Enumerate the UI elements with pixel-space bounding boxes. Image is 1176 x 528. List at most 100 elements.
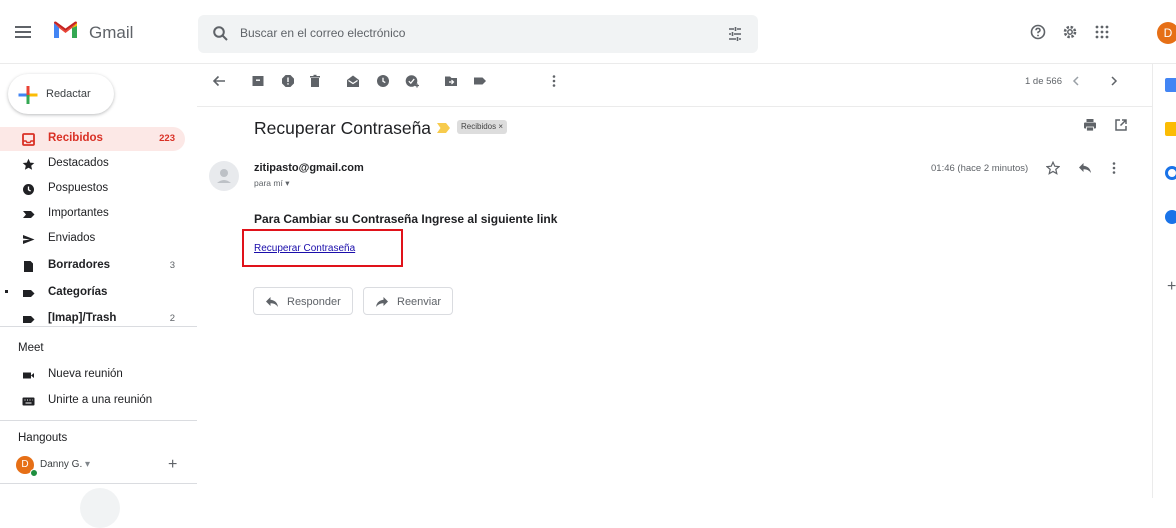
delete-icon[interactable] bbox=[308, 74, 322, 88]
print-icon[interactable] bbox=[1083, 118, 1097, 132]
add-task-icon[interactable] bbox=[405, 74, 420, 88]
inbox-label-chip[interactable]: Recibidos × bbox=[457, 120, 508, 134]
expand-arrow-icon[interactable] bbox=[5, 290, 8, 293]
reply-icon bbox=[265, 296, 279, 308]
hangouts-user[interactable]: Danny G. ▾ bbox=[40, 459, 90, 470]
nav-item-imap-trash[interactable]: [Imap]/Trash 2 bbox=[0, 307, 185, 331]
search-options-icon[interactable] bbox=[726, 25, 744, 43]
recipient-details[interactable]: para mí ▾ bbox=[254, 178, 289, 189]
more-options-icon[interactable] bbox=[1112, 161, 1116, 175]
recover-password-link[interactable]: Recuperar Contraseña bbox=[254, 243, 355, 254]
nav-item-drafts[interactable]: Borradores 3 bbox=[0, 254, 185, 278]
forward-icon bbox=[375, 296, 389, 308]
sender-avatar[interactable] bbox=[209, 161, 239, 191]
nav-count: 223 bbox=[159, 133, 175, 144]
sidebar-divider bbox=[0, 483, 197, 484]
sender-email[interactable]: zitipasto@gmail.com bbox=[254, 162, 364, 174]
back-arrow-icon[interactable] bbox=[212, 74, 226, 88]
nav-label: Categorías bbox=[48, 286, 108, 298]
reply-label: Responder bbox=[287, 296, 341, 308]
keyboard-icon bbox=[22, 395, 35, 408]
calendar-icon[interactable] bbox=[1165, 78, 1176, 92]
video-icon bbox=[22, 369, 35, 382]
mark-unread-icon[interactable] bbox=[346, 74, 360, 88]
nav-item-categories[interactable]: Categorías bbox=[0, 281, 185, 305]
chevron-down-icon[interactable]: ▾ bbox=[85, 459, 90, 470]
send-icon bbox=[22, 233, 35, 246]
compose-plus-icon bbox=[17, 84, 39, 106]
hangouts-placeholder-circle bbox=[80, 488, 120, 528]
email-subject: Recuperar Contraseña bbox=[254, 118, 432, 138]
add-chat-icon[interactable]: + bbox=[168, 456, 177, 474]
gmail-logo-icon[interactable] bbox=[53, 20, 78, 40]
report-spam-icon[interactable] bbox=[281, 74, 295, 88]
nav-item-inbox[interactable]: Recibidos 223 bbox=[0, 127, 185, 151]
nav-label: Enviados bbox=[48, 232, 96, 244]
compose-label: Redactar bbox=[46, 88, 91, 100]
nav-label: Pospuestos bbox=[48, 182, 109, 194]
side-panel-divider bbox=[1152, 64, 1153, 498]
recipient-text: para mí bbox=[254, 178, 283, 188]
sidebar-divider bbox=[0, 326, 197, 327]
email-timestamp: 01:46 (hace 2 minutos) bbox=[931, 163, 1029, 174]
help-icon[interactable] bbox=[1030, 24, 1046, 40]
meet-heading: Meet bbox=[18, 342, 44, 354]
meet-join-meeting[interactable]: Unirte a una reunión bbox=[0, 389, 185, 413]
nav-label: Importantes bbox=[48, 207, 109, 219]
search-icon[interactable] bbox=[212, 25, 230, 43]
tasks-icon[interactable] bbox=[1165, 166, 1176, 180]
inbox-icon bbox=[22, 133, 35, 146]
clock-icon bbox=[22, 183, 35, 196]
important-icon bbox=[22, 208, 35, 221]
star-icon bbox=[22, 158, 35, 171]
nav-label: Destacados bbox=[48, 157, 109, 169]
email-body-heading: Para Cambiar su Contraseña Ingrese al si… bbox=[254, 212, 558, 226]
meet-new-meeting[interactable]: Nueva reunión bbox=[0, 363, 185, 387]
archive-icon[interactable] bbox=[251, 74, 265, 88]
hangouts-heading: Hangouts bbox=[18, 432, 68, 444]
labels-icon[interactable] bbox=[473, 74, 487, 88]
reply-icon[interactable] bbox=[1078, 162, 1092, 174]
draft-icon bbox=[22, 260, 35, 273]
meet-item-label: Unirte a una reunión bbox=[48, 394, 153, 406]
sidebar-divider bbox=[0, 420, 197, 421]
hangouts-user-name: Danny G. bbox=[40, 459, 83, 470]
label-icon bbox=[22, 313, 35, 326]
forward-button[interactable]: Reenviar bbox=[363, 287, 453, 315]
nav-item-sent[interactable]: Enviados bbox=[0, 227, 185, 251]
brand-name: Gmail bbox=[89, 23, 134, 42]
pagination-text: 1 de 566 bbox=[1025, 76, 1062, 87]
gear-icon[interactable] bbox=[1062, 24, 1078, 40]
keep-icon[interactable] bbox=[1165, 122, 1176, 136]
contacts-icon[interactable] bbox=[1165, 210, 1176, 224]
account-avatar[interactable]: D bbox=[1157, 22, 1176, 44]
compose-button[interactable]: Redactar bbox=[8, 74, 114, 114]
reply-button[interactable]: Responder bbox=[253, 287, 353, 315]
more-options-icon[interactable] bbox=[552, 74, 556, 88]
move-to-icon[interactable] bbox=[444, 74, 458, 88]
forward-label: Reenviar bbox=[397, 296, 442, 308]
search-bar[interactable]: Buscar en el correo electrónico bbox=[198, 15, 758, 53]
nav-label: Recibidos bbox=[48, 132, 103, 144]
nav-item-starred[interactable]: Destacados bbox=[0, 152, 185, 176]
chevron-left-icon[interactable] bbox=[1070, 74, 1082, 88]
star-icon[interactable] bbox=[1046, 161, 1060, 175]
chevron-right-icon[interactable] bbox=[1108, 74, 1120, 88]
nav-count: 2 bbox=[169, 313, 175, 324]
snooze-icon[interactable] bbox=[376, 74, 390, 88]
open-new-window-icon[interactable] bbox=[1114, 118, 1128, 132]
chevron-down-icon[interactable]: ▾ bbox=[285, 178, 289, 188]
nav-label: [Imap]/Trash bbox=[48, 312, 117, 324]
important-marker-icon[interactable] bbox=[436, 122, 452, 134]
nav-item-important[interactable]: Importantes bbox=[0, 202, 185, 226]
search-input[interactable]: Buscar en el correo electrónico bbox=[240, 26, 405, 40]
toolbar-divider bbox=[197, 106, 1152, 107]
nav-count: 3 bbox=[169, 260, 175, 271]
apps-grid-icon[interactable] bbox=[1094, 24, 1110, 40]
nav-item-snoozed[interactable]: Pospuestos bbox=[0, 177, 185, 201]
meet-item-label: Nueva reunión bbox=[48, 368, 123, 380]
label-icon bbox=[22, 287, 35, 300]
add-addon-icon[interactable]: + bbox=[1167, 278, 1176, 296]
top-bar: Gmail Buscar en el correo electrónico D bbox=[0, 0, 1176, 64]
main-menu-icon[interactable] bbox=[12, 21, 34, 43]
